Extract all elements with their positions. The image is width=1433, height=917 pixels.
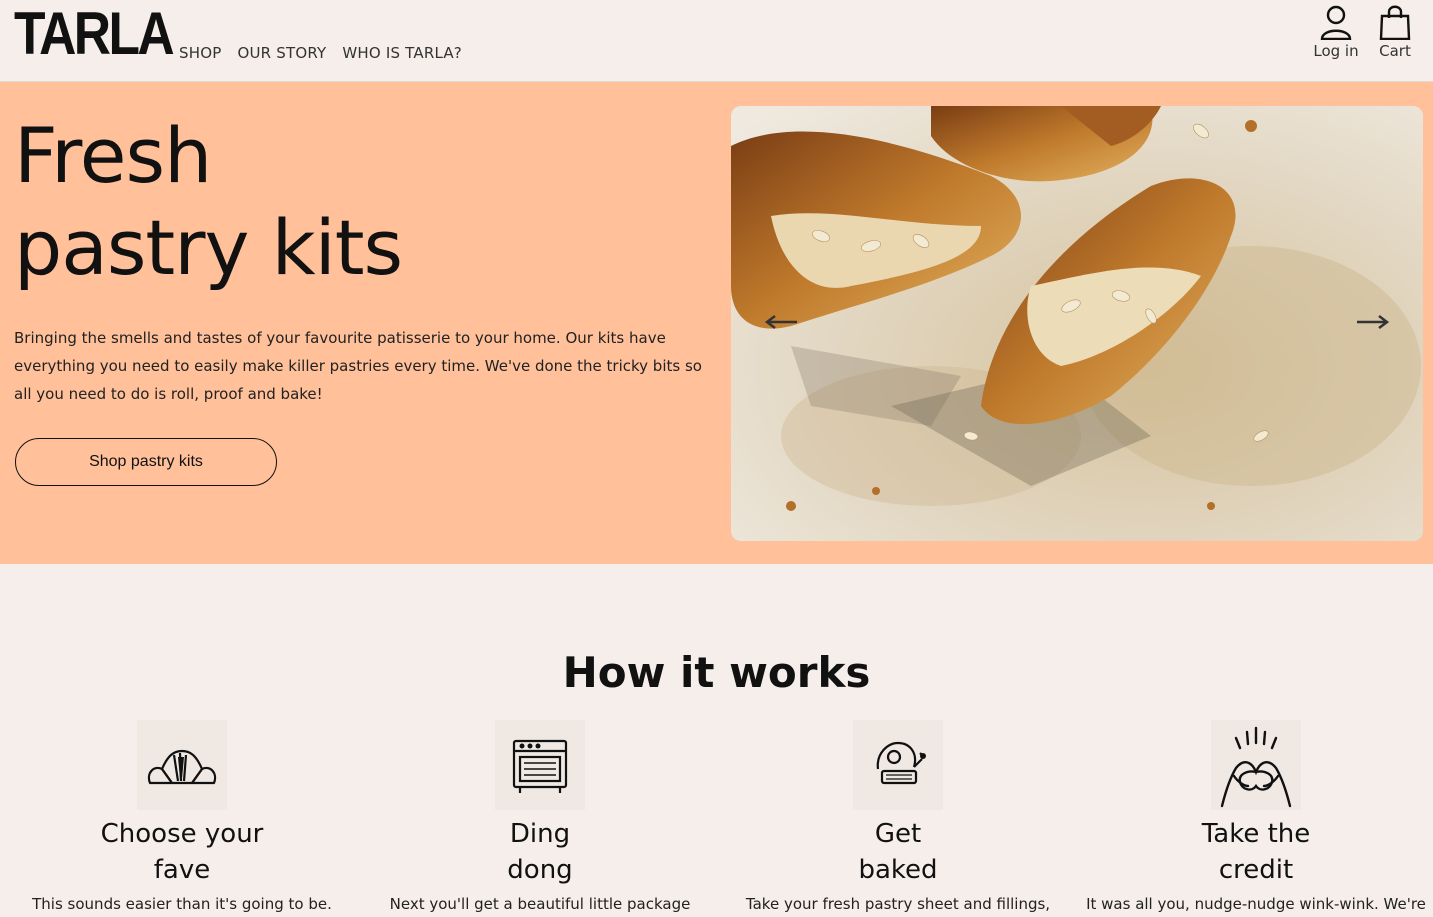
carousel-prev-arrow-icon[interactable] <box>765 314 799 330</box>
how-it-works-title: How it works <box>562 648 871 697</box>
heart-hands-icon <box>1211 720 1301 810</box>
croissant-photo <box>731 106 1423 541</box>
step-title-line1: Take the <box>1201 819 1311 849</box>
site-header: TARLA SHOP OUR STORY WHO IS TARLA? Log i… <box>0 0 1433 82</box>
oven-icon <box>495 720 585 810</box>
step-ding-dong: Ding dong Next you'll get a beautiful li… <box>361 720 719 914</box>
cart-label: Cart <box>1379 42 1411 60</box>
hero-carousel[interactable] <box>731 106 1423 541</box>
hero-title: Fresh pastry kits <box>14 110 403 294</box>
nav-shop[interactable]: SHOP <box>179 44 221 62</box>
step-description: It was all you, nudge-nudge wink-wink. W… <box>1086 895 1426 913</box>
step-title-line2: credit <box>1218 855 1294 885</box>
step-description: Take your fresh pastry sheet and filling… <box>745 895 1051 913</box>
hero-section: Fresh pastry kits Bringing the smells an… <box>0 82 1433 564</box>
nav-who-is-tarla[interactable]: WHO IS TARLA? <box>342 44 462 62</box>
step-title-line1: Get <box>874 819 922 849</box>
login-label: Log in <box>1313 42 1359 60</box>
user-icon <box>1320 5 1352 40</box>
step-title: Take the credit <box>1077 816 1433 888</box>
hero-title-line2: pastry kits <box>14 203 403 292</box>
step-title-line2: fave <box>153 855 211 885</box>
step-title-line2: dong <box>507 855 573 885</box>
step-title-line1: Ding <box>509 819 571 849</box>
step-take-the-credit: Take the credit It was all you, nudge-nu… <box>1077 720 1433 914</box>
cart-link[interactable]: Cart <box>1376 4 1414 60</box>
step-description: This sounds easier than it's going to be… <box>32 895 332 913</box>
hero-description: Bringing the smells and tastes of your f… <box>14 329 702 403</box>
nav-our-story[interactable]: OUR STORY <box>237 44 326 62</box>
step-title: Ding dong <box>361 816 719 888</box>
step-choose-your-fave: Choose your fave This sounds easier than… <box>3 720 361 914</box>
step-title: Choose your fave <box>3 816 361 888</box>
step-title-line1: Choose your <box>100 819 264 849</box>
step-get-baked: Get baked Take your fresh pastry sheet a… <box>719 720 1077 914</box>
login-link[interactable]: Log in <box>1312 4 1360 60</box>
step-description: Next you'll get a beautiful little packa… <box>389 895 691 913</box>
hero-title-line1: Fresh <box>14 111 212 200</box>
main-nav: SHOP OUR STORY WHO IS TARLA? <box>179 44 462 62</box>
shop-pastry-kits-button[interactable]: Shop pastry kits <box>15 438 277 486</box>
croissant-icon <box>137 720 227 810</box>
step-title: Get baked <box>719 816 1077 888</box>
shopping-bag-icon <box>1379 5 1411 40</box>
tarla-logo[interactable]: TARLA <box>14 4 175 64</box>
step-title-line2: baked <box>858 855 938 885</box>
carousel-next-arrow-icon[interactable] <box>1355 314 1389 330</box>
timer-bell-icon <box>853 720 943 810</box>
